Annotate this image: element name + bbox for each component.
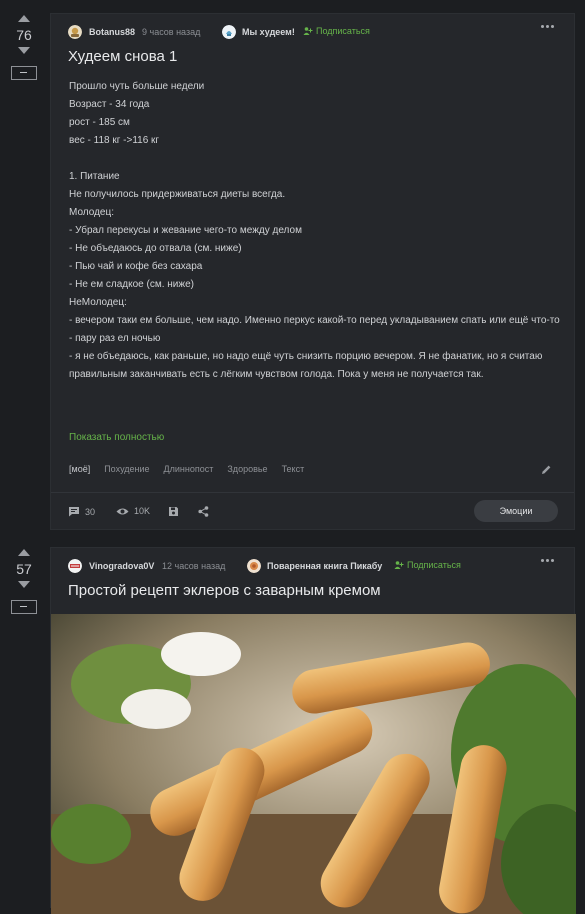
community-name[interactable]: Мы худеем! [242, 27, 295, 37]
author-name[interactable]: Botanus88 [89, 27, 135, 37]
show-more-link[interactable]: Показать полностью [69, 432, 164, 443]
body-line: рост - 185 см [69, 117, 130, 128]
post-title[interactable]: Худеем снова 1 [68, 48, 177, 65]
body-line: Не получилось придерживаться диеты всегд… [69, 189, 286, 200]
subscribe-button[interactable]: Подписаться [394, 560, 461, 570]
minus-icon[interactable] [11, 600, 37, 614]
post-time: 9 часов назад [142, 27, 201, 37]
views-counter: 10K [116, 506, 150, 516]
menu-dots-icon[interactable] [541, 25, 554, 28]
body-line [69, 150, 564, 168]
body-line: вес - 118 кг ->116 кг [69, 135, 160, 146]
body-line: Молодец: [69, 207, 114, 218]
emotions-button[interactable]: Эмоции [474, 500, 558, 522]
share-icon[interactable] [198, 506, 209, 517]
subscribe-label: Подписаться [407, 560, 461, 570]
minus-icon[interactable] [11, 66, 37, 80]
body-line: Возраст - 34 года [69, 99, 150, 110]
divider [51, 492, 574, 493]
body-line: - Убрал перекусы и жевание чего-то между… [69, 225, 302, 236]
tag-list: [моё] Похудение Длиннопост Здоровье Текс… [69, 464, 304, 474]
body-line: 1. Питание [69, 171, 120, 182]
post-header: Vinogradova0V 12 часов назад Поваренная … [51, 548, 574, 584]
comments-count: 30 [85, 506, 96, 517]
rating-rail-1: 76 [0, 15, 48, 80]
subscribe-button[interactable]: Подписаться [303, 26, 370, 36]
post-card: Vinogradova0V 12 часов назад Поваренная … [50, 547, 576, 914]
rating-rail-2: 57 [0, 549, 48, 614]
subscribe-icon [303, 27, 313, 35]
tag[interactable]: Длиннопост [164, 464, 214, 474]
body-line: - вечером таки ем больше, чем надо. Имен… [69, 315, 560, 326]
edit-icon[interactable] [541, 464, 552, 475]
subscribe-icon [394, 561, 404, 569]
community-avatar[interactable] [222, 25, 236, 39]
body-line: - Не объедаюсь до отвала (см. ниже) [69, 243, 242, 254]
body-line: - Не ем сладкое (см. ниже) [69, 279, 194, 290]
views-count: 10K [134, 506, 151, 516]
arrow-down-icon[interactable] [18, 581, 30, 588]
post-header: Botanus88 9 часов назад Мы худеем! Подпи… [51, 14, 574, 50]
avatar[interactable] [68, 25, 82, 39]
community-avatar[interactable] [247, 559, 261, 573]
eye-icon [116, 508, 129, 514]
post-body: Прошло чуть больше недели Возраст - 34 г… [69, 78, 564, 384]
body-line: - я не объедаюсь, как раньше, но надо ещ… [69, 351, 543, 380]
author-name[interactable]: Vinogradova0V [89, 561, 154, 571]
menu-dots-icon[interactable] [541, 559, 554, 562]
comment-icon [69, 507, 79, 517]
body-line: - пару раз ел ночью [69, 333, 161, 344]
body-line: - Пью чай и кофе без сахара [69, 261, 203, 272]
post-score: 57 [16, 561, 32, 577]
community-name[interactable]: Поваренная книга Пикабу [267, 561, 382, 571]
post-title[interactable]: Простой рецепт эклеров с заварным кремом [68, 582, 381, 599]
save-icon[interactable] [168, 506, 179, 517]
tag[interactable]: Похудение [104, 464, 149, 474]
post-time: 12 часов назад [162, 561, 226, 571]
subscribe-label: Подписаться [316, 26, 370, 36]
comments-button[interactable]: 30 [68, 506, 95, 517]
arrow-down-icon[interactable] [18, 47, 30, 54]
arrow-up-icon[interactable] [18, 15, 30, 22]
post-image[interactable] [51, 614, 576, 914]
tag[interactable]: Текст [282, 464, 305, 474]
tag[interactable]: Здоровье [227, 464, 267, 474]
post-score: 76 [16, 27, 32, 43]
post-card: Botanus88 9 часов назад Мы худеем! Подпи… [50, 13, 575, 530]
body-line: Прошло чуть больше недели [69, 81, 205, 92]
avatar[interactable] [68, 559, 82, 573]
arrow-up-icon[interactable] [18, 549, 30, 556]
tag[interactable]: [моё] [69, 464, 90, 474]
body-line: НеМолодец: [69, 297, 127, 308]
